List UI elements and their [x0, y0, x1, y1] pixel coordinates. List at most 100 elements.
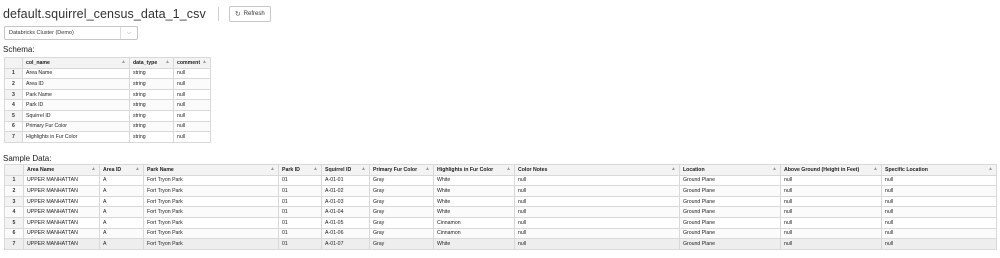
cell-park-id: 01: [278, 216, 322, 229]
sort-icon[interactable]: ▲: [873, 166, 878, 172]
chevron-down-icon[interactable]: ⌵: [120, 27, 137, 39]
table-row[interactable]: 2 Area ID string null: [4, 78, 211, 90]
cell-park-id: 01: [278, 227, 322, 240]
cell-squirrel-id: A-01-02: [321, 185, 370, 197]
cell-squirrel-id: A-01-07: [321, 238, 370, 250]
cell-data-type: string: [129, 67, 174, 80]
cell-comment: null: [173, 78, 211, 90]
cell-primary-fur-color: Gray: [369, 174, 434, 187]
cell-highlights-in-fur-color: White: [433, 238, 515, 250]
cell-area-name: UPPER MANHATTAN: [23, 206, 100, 218]
table-row[interactable]: 1 UPPER MANHATTAN A Fort Tryon Park 01 A-01-0…: [4, 174, 997, 187]
column-header-area-id[interactable]: Area ID ▲: [99, 164, 144, 176]
cell-highlights-in-fur-color: White: [433, 206, 515, 218]
table-row[interactable]: 6 Primary Fur Color string null: [4, 120, 211, 133]
row-index-header: [4, 57, 23, 69]
table-row[interactable]: 7 UPPER MANHATTAN A Fort Tryon Park 01 A-01-0…: [4, 238, 997, 250]
table-row[interactable]: 4 Park ID string null: [4, 99, 211, 111]
sort-icon[interactable]: ▲: [202, 59, 207, 65]
cell-above-ground-height-in-feet: null: [780, 216, 882, 229]
column-header-above-ground-height-in-feet[interactable]: Above Ground (Height in Feet) ▲: [780, 164, 882, 176]
cell-park-name: Fort Tryon Park: [143, 238, 279, 250]
column-header-data-type[interactable]: data_type ▲: [129, 57, 174, 69]
cell-area-id: A: [99, 174, 144, 187]
column-header-color-notes[interactable]: Color Notes ▲: [514, 164, 680, 176]
column-header-area-name[interactable]: Area Name ▲: [23, 164, 100, 176]
cell-specific-location: null: [881, 238, 997, 250]
sample-data-table: Area Name ▲ Area ID ▲ Park Name ▲ Park ID ▲ Squi…: [4, 164, 997, 250]
cluster-select[interactable]: Databricks Cluster (Demo) ⌵: [4, 26, 138, 40]
column-header-specific-location[interactable]: Specific Location ▲: [881, 164, 997, 176]
cell-specific-location: null: [881, 195, 997, 208]
refresh-button[interactable]: ↻ Refresh: [228, 6, 271, 22]
table-row[interactable]: 6 UPPER MANHATTAN A Fort Tryon Park 01 A-01-0…: [4, 227, 997, 240]
table-row[interactable]: 1 Area Name string null: [4, 67, 211, 80]
cell-highlights-in-fur-color: Cinnamon: [433, 227, 515, 240]
schema-table: col_name ▲ data_type ▲ comment ▲ 1 Area Name st…: [4, 57, 211, 143]
column-header-squirrel-id[interactable]: Squirrel ID ▲: [321, 164, 370, 176]
cell-data-type: string: [129, 120, 174, 133]
row-index: 3: [4, 195, 24, 208]
sort-icon[interactable]: ▲: [165, 59, 170, 65]
column-header-highlights-in-fur-color[interactable]: Highlights in Fur Color ▲: [433, 164, 515, 176]
sort-icon[interactable]: ▲: [121, 59, 126, 65]
cell-area-name: UPPER MANHATTAN: [23, 238, 100, 250]
cell-squirrel-id: A-01-06: [321, 227, 370, 240]
cell-specific-location: null: [881, 185, 997, 197]
cell-area-id: A: [99, 227, 144, 240]
cell-col-name: Primary Fur Color: [22, 120, 130, 133]
cell-location: Ground Plane: [679, 185, 781, 197]
sort-icon[interactable]: ▲: [671, 166, 676, 172]
cell-above-ground-height-in-feet: null: [780, 174, 882, 187]
row-index: 5: [4, 216, 24, 229]
cell-highlights-in-fur-color: Cinnamon: [433, 216, 515, 229]
column-header-label: Park Name: [147, 166, 174, 173]
sort-icon[interactable]: ▲: [135, 166, 140, 172]
column-header-park-id[interactable]: Park ID ▲: [278, 164, 322, 176]
cell-location: Ground Plane: [679, 227, 781, 240]
column-header-primary-fur-color[interactable]: Primary Fur Color ▲: [369, 164, 434, 176]
column-header-label: Highlights in Fur Color: [437, 166, 494, 173]
table-row[interactable]: 3 Park Name string null: [4, 88, 211, 101]
column-header-label: Above Ground (Height in Feet): [784, 166, 860, 173]
sort-icon[interactable]: ▲: [313, 166, 318, 172]
cell-area-name: UPPER MANHATTAN: [23, 227, 100, 240]
cell-park-name: Fort Tryon Park: [143, 227, 279, 240]
cell-park-id: 01: [278, 206, 322, 218]
sort-icon[interactable]: ▲: [772, 166, 777, 172]
sort-icon[interactable]: ▲: [988, 166, 993, 172]
column-header-location[interactable]: Location ▲: [679, 164, 781, 176]
cell-location: Ground Plane: [679, 238, 781, 250]
column-header-label: Squirrel ID: [325, 166, 352, 173]
cell-park-id: 01: [278, 195, 322, 208]
cell-comment: null: [173, 88, 211, 101]
sort-icon[interactable]: ▲: [270, 166, 275, 172]
table-row[interactable]: 7 Highlights in Fur Color string null: [4, 131, 211, 143]
row-index: 6: [4, 120, 23, 133]
sort-icon[interactable]: ▲: [91, 166, 96, 172]
column-header-comment[interactable]: comment ▲: [173, 57, 211, 69]
table-row[interactable]: 3 UPPER MANHATTAN A Fort Tryon Park 01 A-01-0…: [4, 195, 997, 208]
header-divider: [217, 7, 219, 21]
table-row[interactable]: 5 UPPER MANHATTAN A Fort Tryon Park 01 A-01-0…: [4, 216, 997, 229]
cell-color-notes: null: [514, 185, 680, 197]
cell-park-id: 01: [278, 174, 322, 187]
cell-park-id: 01: [278, 185, 322, 197]
cell-highlights-in-fur-color: White: [433, 174, 515, 187]
cell-squirrel-id: A-01-03: [321, 195, 370, 208]
cell-color-notes: null: [514, 206, 680, 218]
row-index: 2: [4, 78, 23, 90]
cell-comment: null: [173, 109, 211, 122]
column-header-park-name[interactable]: Park Name ▲: [143, 164, 279, 176]
table-row[interactable]: 5 Squirrel ID string null: [4, 109, 211, 122]
table-row[interactable]: 2 UPPER MANHATTAN A Fort Tryon Park 01 A-01-0…: [4, 185, 997, 197]
sort-icon[interactable]: ▲: [425, 166, 430, 172]
column-header-col-name[interactable]: col_name ▲: [22, 57, 130, 69]
column-header-label: Color Notes: [518, 166, 548, 173]
cell-location: Ground Plane: [679, 216, 781, 229]
table-row[interactable]: 4 UPPER MANHATTAN A Fort Tryon Park 01 A-01-0…: [4, 206, 997, 218]
cell-data-type: string: [129, 88, 174, 101]
sort-icon[interactable]: ▲: [506, 166, 511, 172]
sort-icon[interactable]: ▲: [361, 166, 366, 172]
cell-color-notes: null: [514, 174, 680, 187]
